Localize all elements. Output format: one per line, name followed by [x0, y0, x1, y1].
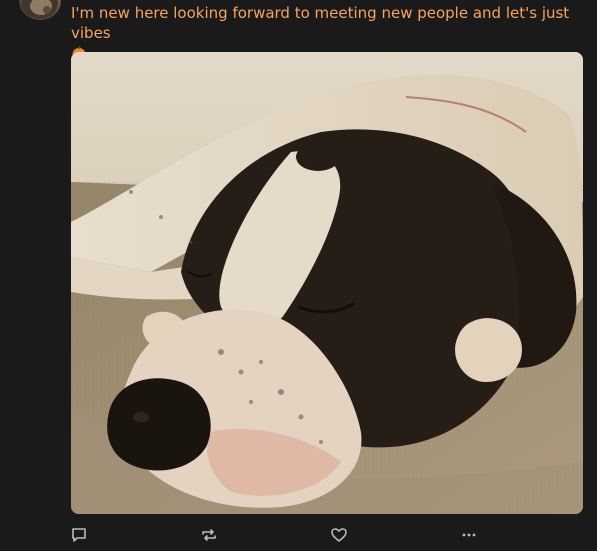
like-button[interactable]	[328, 524, 350, 546]
more-icon	[460, 526, 478, 544]
more-button[interactable]	[458, 524, 480, 546]
heart-icon	[330, 526, 348, 544]
repost-button[interactable]	[198, 524, 220, 546]
avatar[interactable]	[19, 0, 61, 20]
repost-icon	[200, 526, 218, 544]
reply-icon	[70, 526, 88, 544]
post: I'm new here looking forward to meeting …	[0, 0, 597, 551]
post-body: I'm new here looking forward to meeting …	[71, 4, 570, 42]
reply-button[interactable]	[68, 524, 90, 546]
post-actions	[0, 520, 597, 550]
post-image[interactable]	[71, 52, 583, 514]
